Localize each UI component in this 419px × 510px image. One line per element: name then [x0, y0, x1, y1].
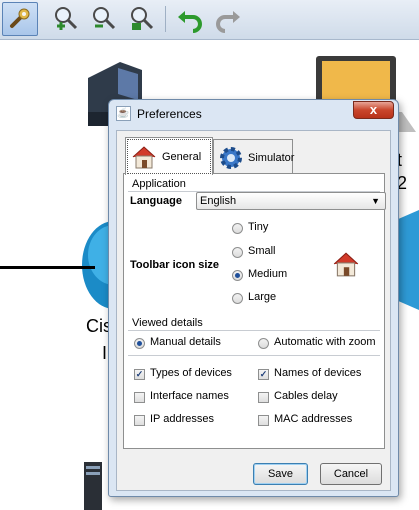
- cables-delay-checkbox[interactable]: [258, 392, 269, 403]
- settings-wrench-icon: [10, 8, 30, 28]
- zoom-out-button[interactable]: [86, 2, 122, 36]
- viewed-details-group-title: Viewed details: [132, 317, 203, 329]
- interface-names-label: Interface names: [150, 390, 229, 402]
- zoom-out-icon: [93, 7, 116, 30]
- server-device-icon[interactable]: [82, 462, 104, 510]
- group-divider: [128, 330, 380, 331]
- icon-size-small-label: Small: [248, 245, 276, 257]
- tab-general[interactable]: General: [125, 137, 213, 175]
- icon-size-tiny-radio[interactable]: [232, 223, 243, 234]
- dialog-title: Preferences: [137, 107, 202, 121]
- ip-addresses-label: IP addresses: [150, 413, 215, 425]
- toolbar-separator: [165, 6, 166, 32]
- mac-addresses-label: MAC addresses: [274, 413, 353, 425]
- java-app-icon: ☕: [116, 106, 131, 121]
- automatic-zoom-radio[interactable]: [258, 338, 269, 349]
- ip-addresses-checkbox[interactable]: [134, 415, 145, 426]
- application-group-title: Application: [132, 178, 186, 190]
- device-label-partial-2: I: [102, 343, 108, 363]
- router-right-partial-icon[interactable]: [396, 210, 419, 310]
- language-label: Language: [130, 195, 182, 207]
- save-button[interactable]: Save: [253, 463, 308, 485]
- icon-size-small-radio[interactable]: [232, 247, 243, 258]
- zoom-in-icon: [55, 7, 78, 30]
- general-tab-panel: Application Language English ▼ Tiny Smal…: [123, 173, 386, 449]
- cancel-button[interactable]: Cancel: [320, 463, 382, 485]
- icon-size-medium-radio[interactable]: [232, 270, 243, 281]
- zoom-reset-icon: [131, 7, 154, 30]
- language-select[interactable]: English ▼: [196, 192, 386, 210]
- redo-icon: [216, 11, 240, 33]
- undo-button[interactable]: [172, 2, 208, 36]
- toolbar-icon-size-label: Toolbar icon size: [130, 259, 220, 271]
- types-of-devices-checkbox[interactable]: ✓: [134, 369, 145, 380]
- names-of-devices-label: Names of devices: [274, 367, 362, 379]
- automatic-zoom-label: Automatic with zoom: [274, 336, 376, 348]
- icon-size-large-radio[interactable]: [232, 293, 243, 304]
- names-of-devices-checkbox[interactable]: ✓: [258, 369, 269, 380]
- preferences-dialog: ☕ Preferences x General Simulator Applic…: [108, 99, 399, 497]
- gear-icon: [218, 144, 244, 172]
- chevron-down-icon: ▼: [371, 196, 380, 206]
- interface-names-checkbox[interactable]: [134, 392, 145, 403]
- dialog-titlebar[interactable]: ☕ Preferences x: [109, 100, 398, 128]
- house-preview-icon: [333, 252, 359, 277]
- close-button[interactable]: x: [353, 101, 394, 119]
- house-icon: [130, 143, 158, 171]
- tab-simulator[interactable]: Simulator: [213, 139, 295, 175]
- undo-icon: [178, 11, 202, 33]
- network-cable-line: [0, 266, 95, 269]
- dialog-client-area: General Simulator Application Language E…: [116, 130, 391, 491]
- types-of-devices-label: Types of devices: [150, 367, 232, 379]
- icon-size-tiny-label: Tiny: [248, 221, 269, 233]
- zoom-reset-button[interactable]: [124, 2, 160, 36]
- cables-delay-label: Cables delay: [274, 390, 338, 402]
- icon-size-medium-label: Medium: [248, 268, 288, 280]
- manual-details-label: Manual details: [150, 336, 221, 348]
- redo-button[interactable]: [210, 2, 246, 36]
- manual-details-radio[interactable]: [134, 338, 145, 349]
- mac-addresses-checkbox[interactable]: [258, 415, 269, 426]
- icon-size-large-label: Large: [248, 291, 277, 303]
- zoom-in-button[interactable]: [48, 2, 84, 36]
- main-toolbar: [0, 0, 419, 40]
- language-select-value: English: [200, 195, 237, 207]
- tab-general-label: General: [162, 150, 202, 163]
- settings-wrench-button[interactable]: [2, 2, 38, 36]
- group-divider: [128, 355, 380, 356]
- tab-simulator-label: Simulator: [248, 151, 295, 164]
